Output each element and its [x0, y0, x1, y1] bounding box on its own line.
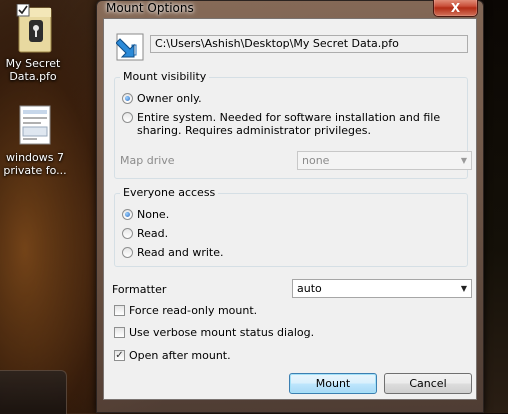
mount-visibility-label: Mount visibility: [120, 70, 210, 83]
desktop-background-right: [484, 0, 508, 413]
close-icon: X: [450, 1, 461, 15]
radio-button[interactable]: [122, 112, 133, 123]
desktop-icon-label: windows 7 private fo...: [3, 151, 67, 177]
radio-button[interactable]: [122, 93, 133, 104]
checkbox[interactable]: ✓: [114, 350, 125, 361]
radio-label: None.: [137, 208, 170, 221]
dialog-body: C:\Users\Ashish\Desktop\My Secret Data.p…: [103, 18, 477, 400]
pfo-file-icon: [116, 33, 144, 61]
checkbox-open-after-mount[interactable]: ✓ Open after mount.: [114, 349, 231, 362]
chevron-down-icon: ▼: [460, 284, 467, 293]
radio-label: Read.: [137, 227, 169, 240]
file-path-field[interactable]: C:\Users\Ashish\Desktop\My Secret Data.p…: [150, 35, 468, 53]
desktop-icon-secret-data[interactable]: My Secret Data.pfo: [0, 3, 72, 83]
title-bar[interactable]: Mount Options X: [97, 0, 483, 18]
mount-button[interactable]: Mount: [289, 373, 377, 394]
checkbox-label: Use verbose mount status dialog.: [129, 326, 315, 339]
checkbox-force-read-only[interactable]: Force read-only mount.: [114, 304, 257, 317]
formatter-label: Formatter: [112, 283, 167, 296]
document-thumbnail-icon: [19, 105, 51, 145]
desktop-icon-label: My Secret Data.pfo: [5, 57, 61, 83]
radio-label: Owner only.: [137, 92, 202, 105]
everyone-access-group: Everyone access None. Read. Read and wri…: [114, 186, 468, 267]
checkbox-label: Open after mount.: [129, 349, 231, 362]
chevron-down-icon: ▼: [460, 156, 467, 165]
formatter-dropdown[interactable]: auto ▼: [292, 279, 472, 298]
checkbox[interactable]: [114, 305, 125, 316]
radio-read[interactable]: Read.: [122, 227, 168, 240]
checkbox-label: Force read-only mount.: [129, 304, 258, 317]
checkbox[interactable]: [114, 327, 125, 338]
map-drive-dropdown[interactable]: none ▼: [297, 151, 472, 170]
taskbar-corner: [0, 370, 67, 414]
cancel-button[interactable]: Cancel: [384, 373, 472, 394]
desktop-icon-windows7[interactable]: windows 7 private fo...: [0, 104, 72, 177]
folder-lock-icon: [16, 3, 52, 53]
mount-options-window: Mount Options X C:\Users\Ashish\Desktop\…: [96, 0, 484, 413]
checkbox-verbose-status[interactable]: Use verbose mount status dialog.: [114, 326, 314, 339]
radio-button[interactable]: [122, 209, 133, 220]
formatter-value: auto: [297, 282, 322, 295]
radio-label: Entire system. Needed for software insta…: [137, 111, 441, 137]
radio-button[interactable]: [122, 228, 133, 239]
radio-owner-only[interactable]: Owner only.: [122, 92, 202, 105]
close-button[interactable]: X: [433, 0, 478, 17]
map-drive-value: none: [302, 154, 330, 167]
mount-visibility-group: Mount visibility Owner only. Entire syst…: [114, 70, 472, 179]
everyone-access-label: Everyone access: [120, 186, 219, 199]
radio-read-write[interactable]: Read and write.: [122, 246, 223, 259]
radio-button[interactable]: [122, 247, 133, 258]
radio-label: Read and write.: [137, 246, 224, 259]
radio-entire-system[interactable]: Entire system. Needed for software insta…: [122, 111, 462, 137]
window-title: Mount Options: [106, 1, 194, 15]
map-drive-label: Map drive: [120, 154, 175, 167]
radio-none[interactable]: None.: [122, 208, 169, 221]
checkmark-icon: ✓: [115, 350, 124, 361]
